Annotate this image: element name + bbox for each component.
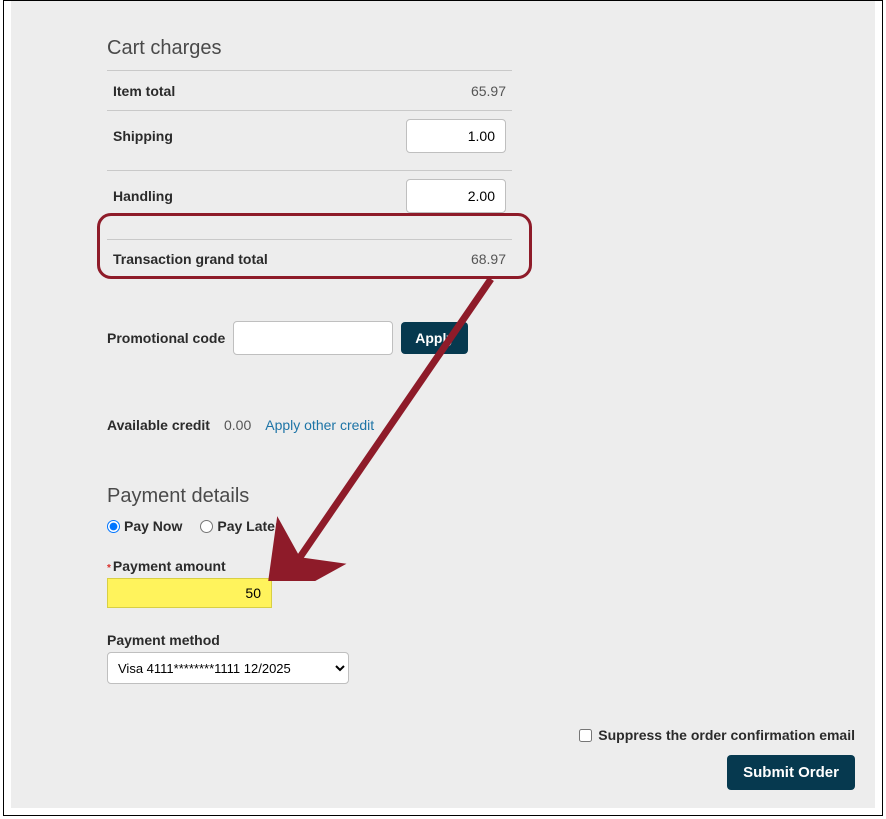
pay-later-label: Pay Later <box>217 518 280 534</box>
item-total-value: 65.97 <box>436 83 506 99</box>
grand-total-label: Transaction grand total <box>113 251 268 267</box>
payment-method-label: Payment method <box>107 632 859 648</box>
shipping-row: Shipping <box>107 110 512 161</box>
promo-code-input[interactable] <box>233 321 393 355</box>
handling-row: Handling <box>107 171 512 221</box>
pay-now-radio[interactable] <box>107 520 120 533</box>
promo-code-label: Promotional code <box>107 330 225 346</box>
suppress-email-label: Suppress the order confirmation email <box>598 727 855 743</box>
suppress-email-checkbox[interactable] <box>579 729 592 742</box>
promo-code-row: Promotional code Apply <box>107 321 859 355</box>
payment-amount-label: *Payment amount <box>107 558 859 574</box>
pay-now-option[interactable]: Pay Now <box>107 518 182 534</box>
submit-order-button[interactable]: Submit Order <box>727 755 855 790</box>
available-credit-label: Available credit <box>107 417 210 433</box>
grand-total-value: 68.97 <box>436 251 506 267</box>
payment-amount-input[interactable] <box>107 578 272 608</box>
apply-promo-button[interactable]: Apply <box>401 322 468 354</box>
required-icon: * <box>107 563 111 574</box>
handling-input[interactable] <box>406 179 506 213</box>
pay-later-option[interactable]: Pay Later <box>200 518 280 534</box>
available-credit-row: Available credit 0.00 Apply other credit <box>107 417 859 433</box>
payment-method-select[interactable]: Visa 4111********1111 12/2025 <box>107 652 349 684</box>
payment-timing-radios: Pay Now Pay Later <box>107 518 859 534</box>
cart-charges-heading: Cart charges <box>107 37 859 60</box>
item-total-label: Item total <box>113 83 175 99</box>
pay-now-label: Pay Now <box>124 518 182 534</box>
handling-label: Handling <box>113 188 173 204</box>
cart-charges-table: Item total 65.97 Shipping Handling Trans… <box>107 70 512 279</box>
shipping-input[interactable] <box>406 119 506 153</box>
item-total-row: Item total 65.97 <box>107 70 512 110</box>
shipping-label: Shipping <box>113 128 173 144</box>
apply-other-credit-link[interactable]: Apply other credit <box>265 417 374 433</box>
available-credit-value: 0.00 <box>224 417 251 433</box>
pay-later-radio[interactable] <box>200 520 213 533</box>
grand-total-row: Transaction grand total 68.97 <box>107 239 512 279</box>
payment-details-heading: Payment details <box>107 485 859 508</box>
